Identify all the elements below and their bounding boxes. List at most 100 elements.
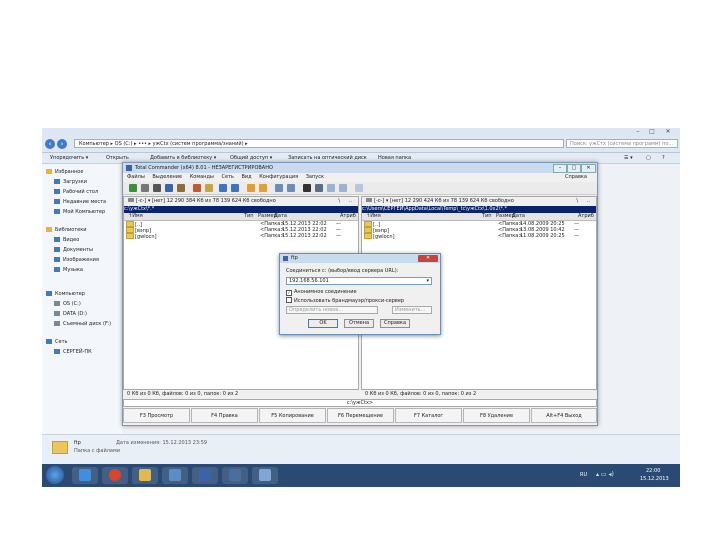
brief-view-icon[interactable] bbox=[153, 184, 161, 192]
list-item[interactable]: [gwlocn] <Папка> 11.08.2009 20:25— bbox=[362, 233, 596, 240]
sidebar-item-network[interactable]: Сеть bbox=[46, 338, 67, 346]
left-col-name[interactable]: ↑Имя bbox=[128, 213, 143, 220]
sidebar-item-drive-d[interactable]: DATA (D:) bbox=[54, 310, 87, 318]
menu-files[interactable]: Файлы bbox=[127, 174, 145, 180]
left-col-date[interactable]: Дата bbox=[274, 213, 287, 220]
tc-maximize-button[interactable]: □ bbox=[567, 164, 581, 173]
back-arrow-icon[interactable]: ‹ bbox=[45, 139, 55, 149]
f4-edit-button[interactable]: F4 Правка bbox=[191, 408, 258, 423]
refresh-icon[interactable] bbox=[129, 184, 137, 192]
minimize-button[interactable]: – bbox=[632, 128, 644, 135]
left-col-attr[interactable]: Атриб bbox=[340, 213, 356, 220]
sidebar-item-my-computer[interactable]: Мой Компьютер bbox=[54, 208, 105, 216]
sidebar-item-pc[interactable]: СЕРГЕЙ-ПК bbox=[54, 348, 92, 356]
add-library-button[interactable]: Добавить в библиотеку ▾ bbox=[150, 154, 216, 162]
taskbar-app-other[interactable] bbox=[222, 467, 248, 484]
menu-commands[interactable]: Команды bbox=[190, 174, 214, 180]
search-input[interactable]: Поиск: ужСтх (система программ) по... bbox=[566, 139, 678, 148]
folder-sync-icon[interactable] bbox=[259, 184, 267, 192]
firewall-checkbox[interactable]: Использовать брандмауэр/прокси-сервер bbox=[286, 297, 404, 304]
forward-icon[interactable] bbox=[231, 184, 239, 192]
left-drive-bar[interactable]: [-c-] ▾ [нет] 12 290 384 Кб из 78 139 62… bbox=[124, 197, 358, 206]
proxy-select[interactable]: Определить новое... bbox=[286, 306, 378, 314]
taskbar-app-total-commander[interactable] bbox=[192, 467, 218, 484]
organize-button[interactable]: Упорядочить ▾ bbox=[50, 154, 88, 162]
taskbar-app-explorer[interactable] bbox=[132, 467, 158, 484]
f7-mkdir-button[interactable]: F7 Каталог bbox=[395, 408, 462, 423]
menu-net[interactable]: Сеть bbox=[221, 174, 233, 180]
sidebar-item-drive-c[interactable]: OS (C:) bbox=[54, 300, 81, 308]
right-drive-bar[interactable]: [-c-] ▾ [нет] 12 290 424 Кб из 78 139 62… bbox=[362, 197, 596, 206]
sync-icon[interactable] bbox=[339, 184, 347, 192]
menu-config[interactable]: Конфигурация bbox=[259, 174, 298, 180]
right-up-button[interactable]: .. bbox=[587, 197, 590, 206]
compare-icon[interactable] bbox=[327, 184, 335, 192]
left-col-ext[interactable]: Тип bbox=[244, 213, 254, 220]
right-col-ext[interactable]: Тип bbox=[482, 213, 492, 220]
ok-button[interactable]: OK bbox=[308, 319, 338, 328]
taskbar-app-ie[interactable] bbox=[72, 467, 98, 484]
menu-view[interactable]: Вид bbox=[241, 174, 251, 180]
clock-time[interactable]: 22:00 bbox=[646, 468, 660, 474]
right-col-date[interactable]: Дата bbox=[512, 213, 525, 220]
thumbnails-icon[interactable] bbox=[177, 184, 185, 192]
notepad-icon[interactable] bbox=[355, 184, 363, 192]
dialog-close-button[interactable]: ✕ bbox=[418, 255, 438, 262]
preview-pane-icon[interactable]: ▢ bbox=[646, 154, 651, 162]
right-path[interactable]: c:\Users\СЕРГЕЙ\AppData\Local\Temp\_tc\у… bbox=[362, 206, 596, 213]
language-indicator[interactable]: RU bbox=[580, 472, 587, 478]
rename-icon[interactable] bbox=[315, 184, 323, 192]
sidebar-item-recent[interactable]: Недавние места bbox=[54, 198, 106, 206]
burn-button[interactable]: Записать на оптический диск bbox=[288, 154, 367, 162]
menu-start[interactable]: Запуск bbox=[306, 174, 324, 180]
sidebar-item-desktop[interactable]: Рабочий стол bbox=[54, 188, 98, 196]
alt-f4-exit-button[interactable]: Alt+F4 Выход bbox=[531, 408, 597, 423]
close-button[interactable]: ✕ bbox=[662, 128, 674, 135]
menu-select[interactable]: Выделение bbox=[152, 174, 182, 180]
unpack-icon[interactable] bbox=[205, 184, 213, 192]
full-view-icon[interactable] bbox=[165, 184, 173, 192]
pack-icon[interactable] bbox=[193, 184, 201, 192]
right-col-name[interactable]: ↑Имя bbox=[366, 213, 381, 220]
server-input[interactable]: 192.168.56.101 ▾ bbox=[286, 277, 432, 285]
taskbar-app-chrome[interactable] bbox=[102, 467, 128, 484]
forward-arrow-icon[interactable]: › bbox=[57, 139, 67, 149]
left-path[interactable]: c:\ужCtx\*.* bbox=[124, 206, 358, 213]
start-button[interactable] bbox=[46, 466, 64, 484]
tray-icons[interactable]: ▴ ▭ ◂) bbox=[596, 471, 614, 478]
right-col-attr[interactable]: Атриб bbox=[578, 213, 594, 220]
sidebar-item-drive-f[interactable]: Съемный диск (F:) bbox=[54, 320, 111, 328]
sidebar-item-documents[interactable]: Документы bbox=[54, 246, 93, 254]
menu-help[interactable]: Справка bbox=[565, 174, 587, 181]
breadcrumb[interactable]: Компьютер ▸ OS (C:) ▸ ••• ▸ ужCtx (систе… bbox=[74, 139, 564, 148]
left-up-button[interactable]: .. bbox=[349, 197, 352, 206]
new-folder-button[interactable]: Новая папка bbox=[378, 154, 411, 162]
list-item[interactable]: [gwlocn] <Папка> 15.12.2013 22:02— bbox=[124, 233, 358, 240]
tc-close-button[interactable]: ✕ bbox=[581, 164, 596, 173]
taskbar-app-media[interactable] bbox=[162, 467, 188, 484]
left-root-button[interactable]: \ bbox=[338, 197, 340, 206]
anonymous-checkbox[interactable]: ✓ Анонимное соединение bbox=[286, 289, 357, 296]
open-button[interactable]: Открыть bbox=[106, 154, 129, 162]
back-icon[interactable] bbox=[219, 184, 227, 192]
sidebar-item-computer[interactable]: Компьютер bbox=[46, 290, 85, 298]
sidebar-item-downloads[interactable]: Загрузки bbox=[54, 178, 87, 186]
maximize-button[interactable]: □ bbox=[646, 128, 658, 135]
sidebar-item-favorites[interactable]: Избранное bbox=[46, 168, 83, 176]
cancel-button[interactable]: Отмена bbox=[344, 319, 374, 328]
icons-view-icon[interactable] bbox=[141, 184, 149, 192]
right-root-button[interactable]: \ bbox=[576, 197, 578, 206]
sidebar-item-video[interactable]: Видео bbox=[54, 236, 79, 244]
f8-delete-button[interactable]: F8 Удаление bbox=[463, 408, 530, 423]
taskbar-app-paint[interactable] bbox=[252, 467, 278, 484]
help-icon[interactable]: ? bbox=[662, 154, 665, 162]
sidebar-item-pictures[interactable]: Изображения bbox=[54, 256, 99, 264]
f6-move-button[interactable]: F6 Перемещение bbox=[327, 408, 394, 423]
f3-view-button[interactable]: F3 Просмотр bbox=[123, 408, 190, 423]
ftp-disconnect-icon[interactable] bbox=[287, 184, 295, 192]
f5-copy-button[interactable]: F5 Копирование bbox=[259, 408, 326, 423]
help-button[interactable]: Справка bbox=[380, 319, 410, 328]
ftp-connect-icon[interactable] bbox=[275, 184, 283, 192]
find-icon[interactable] bbox=[303, 184, 311, 192]
folder-icon[interactable] bbox=[247, 184, 255, 192]
